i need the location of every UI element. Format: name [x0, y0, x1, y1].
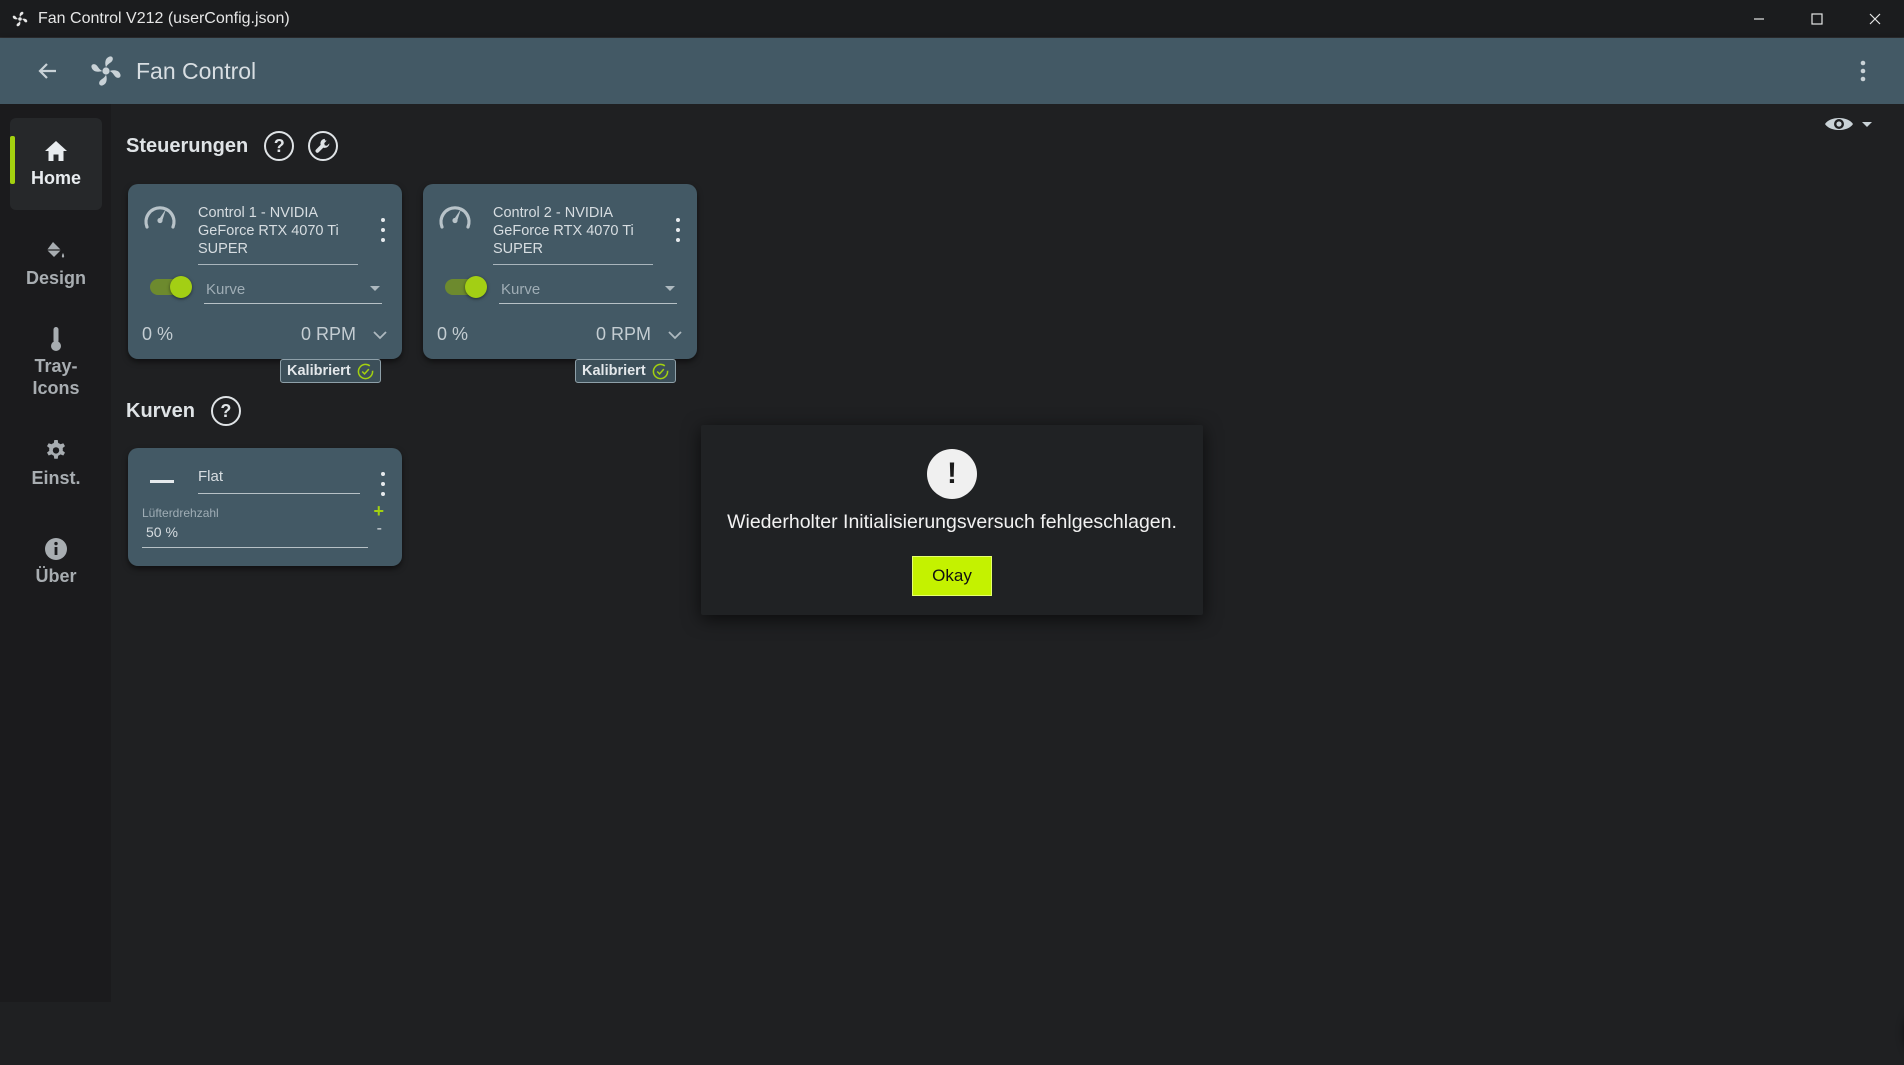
curve-menu-button[interactable] [378, 472, 388, 496]
curve-select[interactable]: Kurve [204, 276, 382, 304]
curve-select-placeholder: Kurve [501, 281, 541, 298]
fan-speed-input[interactable]: 50 % [142, 524, 368, 548]
sidebar-item-design[interactable]: Design [10, 218, 102, 310]
decrease-button[interactable]: - [377, 520, 382, 538]
error-dialog: ! Wiederholter Initialisierungsversuch f… [701, 425, 1203, 615]
okay-button[interactable]: Okay [912, 556, 992, 596]
minimize-icon [1754, 18, 1764, 20]
calibrated-badge-label: Kalibriert [582, 363, 646, 379]
app-menu-button[interactable] [1848, 54, 1878, 88]
controls-section-title: Steuerungen [126, 134, 249, 157]
sidebar-item-about[interactable]: Über [10, 516, 102, 608]
control-name[interactable]: Control 2 - NVIDIA GeForce RTX 4070 Ti S… [493, 204, 653, 265]
speedometer-icon [437, 200, 473, 237]
gear-icon [44, 439, 68, 463]
more-vertical-icon [1860, 60, 1866, 82]
control-enable-toggle[interactable] [150, 276, 192, 298]
fan-logo-icon [86, 51, 126, 91]
chevron-down-icon[interactable] [372, 327, 388, 345]
paint-bucket-icon [44, 239, 68, 263]
sidebar-item-label: Tray- Icons [32, 356, 80, 398]
curve-select[interactable]: Kurve [499, 276, 677, 304]
eye-icon [1825, 118, 1853, 130]
check-circle-icon [652, 363, 669, 379]
visibility-menu-button[interactable] [1824, 114, 1874, 134]
close-button[interactable] [1846, 0, 1904, 38]
wrench-icon[interactable] [308, 131, 339, 161]
sidebar-item-label: Design [25, 268, 86, 288]
arrow-left-icon [38, 63, 56, 79]
close-icon [1869, 13, 1881, 25]
control-rpm: 0 RPM [595, 324, 651, 344]
fan-speed-label: Lüfterdrehzahl [142, 506, 219, 520]
exclamation-icon: ! [927, 449, 977, 499]
sidebar-item-tray-icons[interactable]: Tray- Icons [10, 310, 102, 416]
curve-name[interactable]: Flat [198, 466, 360, 494]
info-icon [44, 537, 68, 561]
caret-down-icon [1862, 122, 1872, 127]
calibrated-badge: Kalibriert [575, 359, 676, 383]
sidebar-item-label: Home [30, 168, 81, 188]
thermometer-icon [48, 327, 64, 351]
control-card[interactable]: Control 2 - NVIDIA GeForce RTX 4070 Ti S… [423, 184, 697, 359]
help-icon[interactable]: ? [264, 131, 295, 161]
calibrated-badge-label: Kalibriert [287, 363, 351, 379]
control-menu-button[interactable] [378, 218, 388, 242]
window-title: Fan Control V212 (userConfig.json) [38, 9, 290, 27]
dialog-message: Wiederholter Initialisierungsversuch feh… [727, 511, 1177, 533]
help-icon[interactable]: ? [210, 396, 241, 426]
fan-icon [10, 9, 30, 29]
flat-curve-icon [150, 480, 174, 483]
calibrated-badge: Kalibriert [280, 359, 381, 383]
increase-button[interactable]: + [373, 501, 384, 522]
control-name[interactable]: Control 1 - NVIDIA GeForce RTX 4070 Ti S… [198, 204, 358, 265]
control-percent: 0 % [142, 324, 174, 344]
curve-card[interactable]: Flat Lüfterdrehzahl + - 50 % [128, 448, 402, 566]
maximize-icon [1811, 13, 1823, 25]
curve-select-placeholder: Kurve [206, 281, 246, 298]
app-title: Fan Control [136, 57, 257, 84]
sidebar-item-home[interactable]: Home [10, 118, 102, 210]
home-icon [44, 139, 68, 163]
back-button[interactable] [28, 51, 68, 91]
window-titlebar: Fan Control V212 (userConfig.json) [0, 0, 1904, 38]
curves-section-title: Kurven [126, 399, 195, 422]
dropdown-caret-icon [370, 286, 380, 291]
sidebar-item-label: Einst. [31, 468, 81, 488]
app-bar: Fan Control [0, 38, 1904, 104]
minimize-button[interactable] [1730, 0, 1788, 38]
control-card[interactable]: Control 1 - NVIDIA GeForce RTX 4070 Ti S… [128, 184, 402, 359]
control-rpm: 0 RPM [300, 324, 356, 344]
curves-section-header: Kurven ? [126, 396, 241, 426]
sidebar-item-label: Über [35, 566, 77, 586]
maximize-button[interactable] [1788, 0, 1846, 38]
dropdown-caret-icon [665, 286, 675, 291]
chevron-down-icon[interactable] [667, 327, 683, 345]
control-menu-button[interactable] [673, 218, 683, 242]
sidebar: Home Design Tray- Icons Einst. Über [0, 104, 111, 1002]
speedometer-icon [142, 200, 178, 237]
sidebar-item-settings[interactable]: Einst. [10, 418, 102, 510]
check-circle-icon [357, 363, 374, 379]
controls-section-header: Steuerungen ? [126, 131, 339, 161]
control-percent: 0 % [437, 324, 469, 344]
control-enable-toggle[interactable] [445, 276, 487, 298]
